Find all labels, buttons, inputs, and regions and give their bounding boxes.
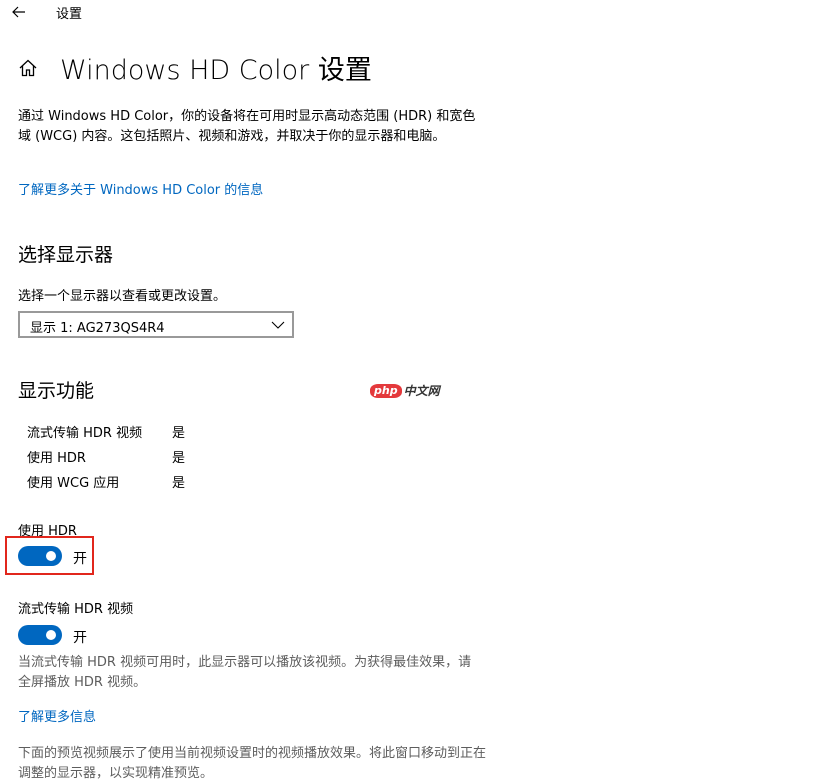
capability-value: 是	[172, 451, 186, 466]
stream-hdr-learn-more-link[interactable]: 了解更多信息	[18, 706, 96, 725]
arrow-left-icon	[12, 6, 25, 18]
chevron-down-icon	[270, 317, 286, 333]
stream-hdr-note: 当流式传输 HDR 视频可用时，此显示器可以播放该视频。为获得最佳效果，请全屏播…	[18, 655, 472, 690]
watermark: php 中文网	[370, 382, 440, 399]
stream-hdr-toggle[interactable]	[18, 625, 62, 645]
choose-display-label: 选择一个显示器以查看或更改设置。	[18, 289, 227, 304]
preview-note: 下面的预览视频展示了使用当前视频设置时的视频播放效果。将此窗口移动到正在调整的显…	[18, 746, 487, 781]
capability-name: 流式传输 HDR 视频	[27, 426, 143, 441]
home-icon[interactable]	[16, 56, 40, 80]
display-select-value: 显示 1: AG273QS4R4	[30, 321, 165, 336]
stream-hdr-state: 开	[73, 630, 87, 646]
capabilities-heading: 显示功能	[18, 380, 95, 402]
app-title: 设置	[56, 7, 83, 22]
capability-value: 是	[172, 476, 186, 491]
choose-display-heading: 选择显示器	[18, 244, 114, 266]
page-description: 通过 Windows HD Color，你的设备将在可用时显示高动态范围 (HD…	[18, 109, 476, 144]
display-select[interactable]: 显示 1: AG273QS4R4	[18, 311, 294, 338]
capability-name: 使用 WCG 应用	[27, 476, 120, 491]
hd-color-learn-more-link[interactable]: 了解更多关于 Windows HD Color 的信息	[18, 179, 263, 198]
back-button[interactable]	[6, 0, 32, 24]
watermark-text: 中文网	[403, 384, 440, 398]
stream-hdr-label: 流式传输 HDR 视频	[18, 602, 134, 617]
capability-value: 是	[172, 426, 186, 441]
watermark-logo: php	[370, 383, 402, 398]
highlight-box	[5, 536, 94, 575]
page-title: Windows HD Color 设置	[60, 55, 372, 86]
capability-name: 使用 HDR	[27, 451, 86, 466]
toggle-knob	[46, 630, 56, 640]
